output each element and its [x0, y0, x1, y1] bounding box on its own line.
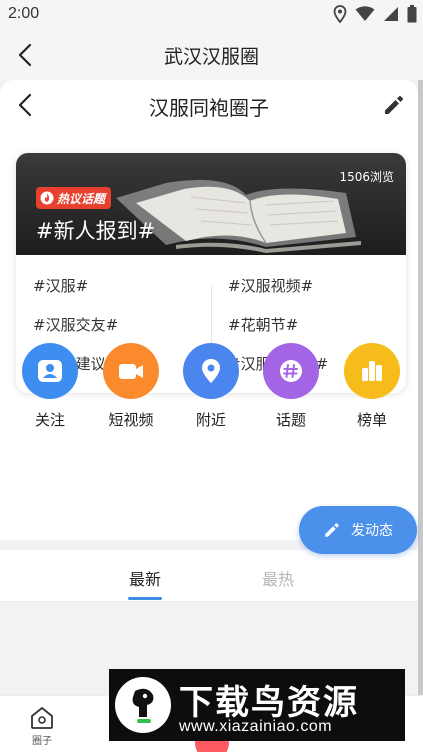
watermark-url: www.xiazainiao.com — [179, 718, 333, 735]
edit-icon[interactable] — [382, 93, 406, 117]
quick-action-follow[interactable]: 关注 — [20, 343, 80, 430]
publish-button-label: 发动态 — [351, 523, 393, 539]
topic-banner[interactable]: 热议话题 #新人报到# 1506浏览 — [16, 153, 406, 255]
hot-topic-badge-label: 热议话题 — [57, 191, 106, 206]
nav-item-label: 圈子 — [32, 736, 52, 747]
status-time: 2:00 — [8, 5, 40, 22]
topic-title: #新人报到# — [36, 219, 156, 243]
home-icon — [31, 707, 53, 729]
circle-sheet: 汉服同袍圈子 热议话题 #新人报到# 1506浏览 #汉服# #汉服交友# #汉… — [0, 80, 418, 540]
status-icons — [333, 5, 417, 23]
topic-tag[interactable]: #汉服# — [33, 275, 88, 296]
quick-action-label: 话题 — [275, 411, 306, 429]
inner-page-title: 汉服同袍圈子 — [149, 96, 269, 120]
watermark-logo — [115, 677, 171, 733]
quick-action-label: 短视频 — [108, 411, 154, 429]
pencil-icon — [325, 523, 339, 537]
feed-tabs: 最新 最热 — [0, 550, 418, 602]
quick-action-label: 榜单 — [356, 411, 387, 429]
cellular-signal-icon — [384, 7, 398, 21]
follow-icon — [22, 343, 78, 399]
quick-action-ranking[interactable]: 榜单 — [342, 343, 402, 430]
fire-icon — [40, 191, 54, 205]
publish-button[interactable]: 发动态 — [299, 506, 417, 554]
status-bar: 2:00 — [0, 0, 423, 30]
outer-header: 武汉汉服圈 — [0, 30, 423, 80]
video-icon — [103, 343, 159, 399]
location-status-icon — [333, 5, 347, 23]
outer-page-title: 武汉汉服圈 — [163, 46, 259, 68]
battery-icon — [407, 5, 417, 23]
topic-tag[interactable]: #汉服交友# — [33, 314, 118, 335]
wifi-icon — [355, 6, 375, 21]
quick-action-nearby[interactable]: 附近 — [181, 343, 241, 430]
topic-icon — [263, 343, 319, 399]
quick-action-topic[interactable]: 话题 — [261, 343, 321, 430]
quick-action-video[interactable]: 短视频 — [101, 343, 161, 430]
ranking-icon — [344, 343, 400, 399]
nav-item-circle[interactable]: 圈子 — [12, 706, 72, 747]
watermark-text: 下载鸟资源 — [179, 683, 359, 723]
active-tab-indicator — [128, 597, 162, 600]
tab-hottest[interactable]: 最热 — [262, 566, 294, 590]
view-count: 1506浏览 — [339, 170, 394, 184]
tab-latest[interactable]: 最新 — [129, 566, 161, 590]
quick-action-label: 附近 — [195, 411, 226, 429]
scrollbar[interactable] — [418, 80, 423, 720]
topic-tag[interactable]: #汉服视频# — [228, 275, 313, 296]
quick-action-label: 关注 — [34, 411, 65, 429]
watermark-banner: 下载鸟资源 www.xiazainiao.com — [109, 669, 405, 741]
topic-tag[interactable]: #花朝节# — [228, 314, 298, 335]
hot-topic-badge: 热议话题 — [36, 187, 112, 209]
location-icon — [183, 343, 239, 399]
